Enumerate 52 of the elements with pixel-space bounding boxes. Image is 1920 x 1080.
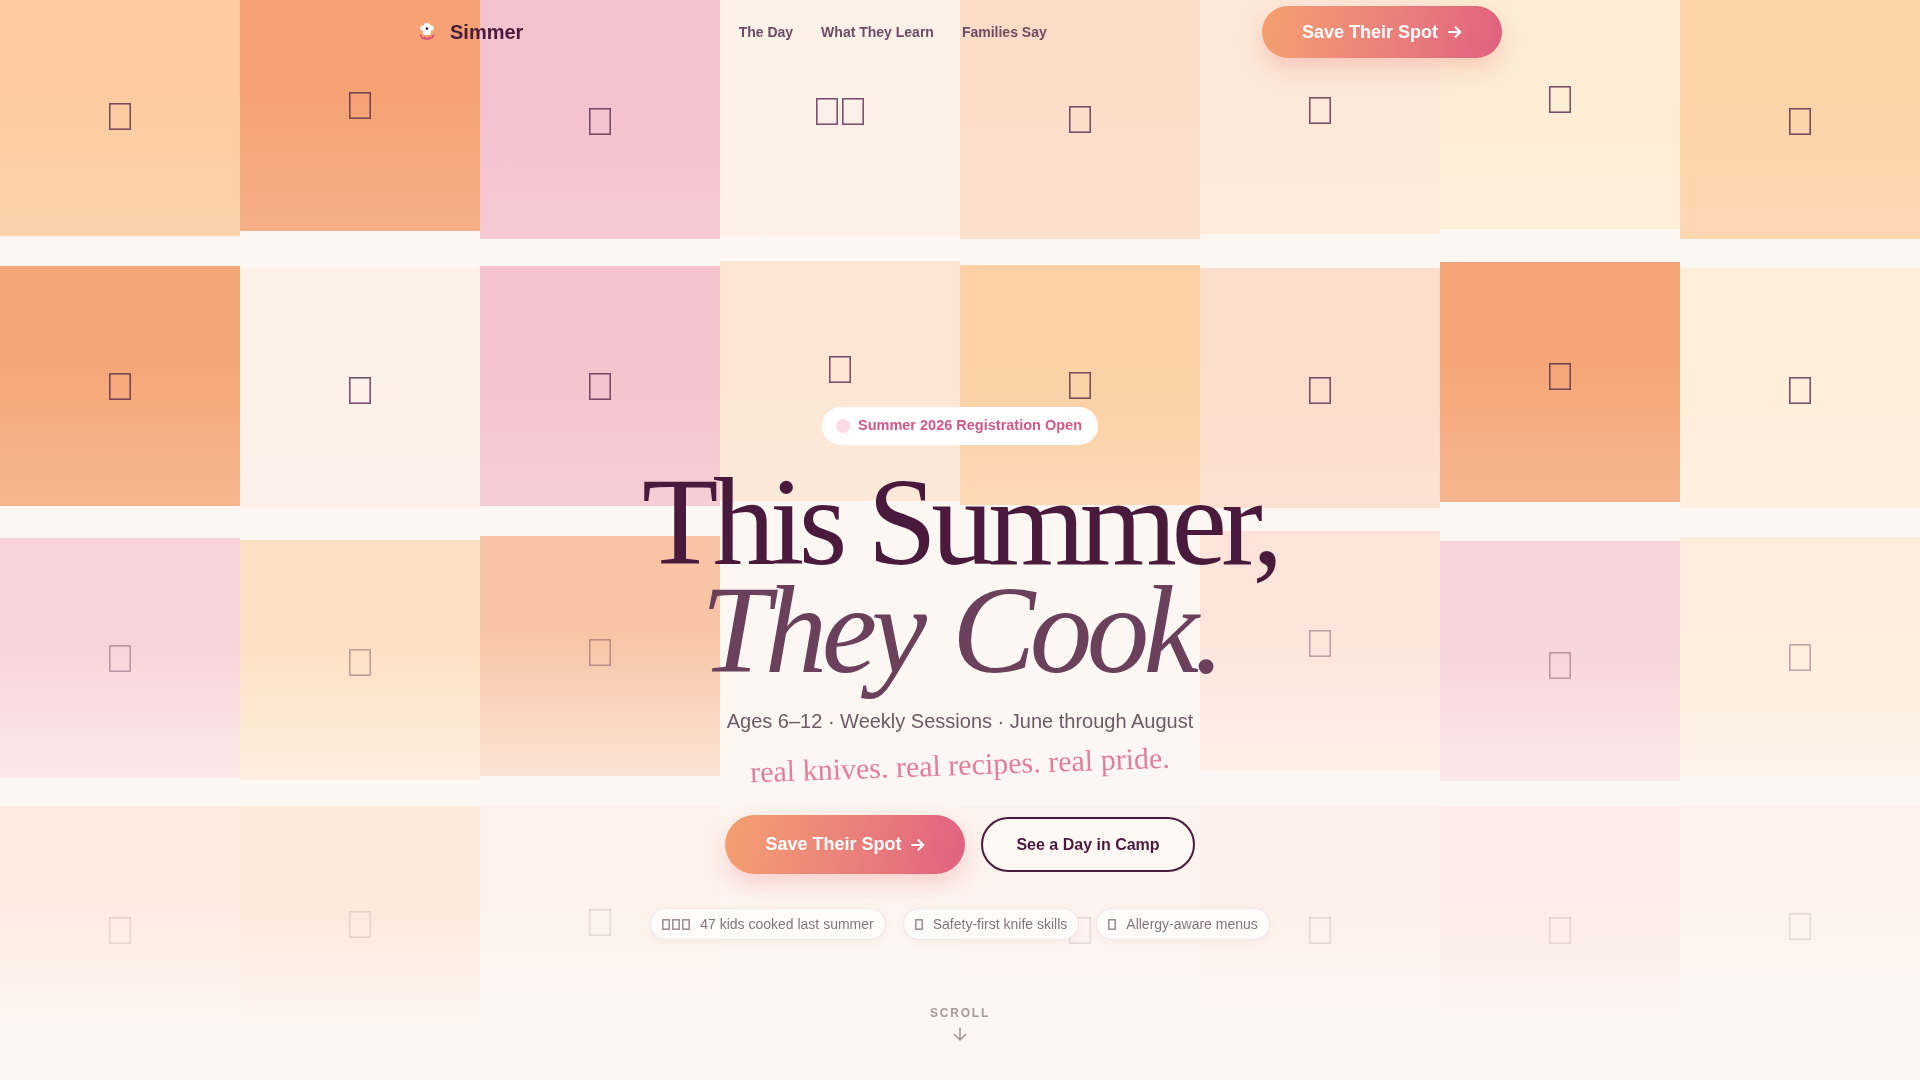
arrow-right-icon: [1448, 26, 1462, 38]
glyph-box-icon: [109, 102, 131, 130]
glyph-box-icon: [1069, 371, 1091, 399]
glyph-box-icon: [1309, 629, 1331, 657]
glyph-box-icon: [1549, 362, 1571, 390]
glyph-box-icon: [1309, 376, 1331, 404]
glyph-box-icon: [589, 638, 611, 666]
glyph-box-icon: [1069, 916, 1091, 944]
highlight-text: 47 kids cooked last summer: [700, 914, 874, 934]
status-dot-icon: [836, 419, 850, 433]
nav-link[interactable]: Families Say: [961, 21, 1047, 43]
glyph-box-icon: [109, 916, 131, 944]
glyph-box-icon: [1108, 918, 1117, 930]
badge-text: Summer 2026 Registration Open: [858, 416, 1082, 436]
highlight-text: Allergy-aware menus: [1126, 914, 1258, 934]
arrow-down-icon: [953, 1027, 967, 1041]
glyph-box-icon: [914, 918, 923, 930]
glyph-box-icon: [349, 648, 371, 676]
glyph-box-icon: [829, 355, 851, 383]
glyph-box-icon: [589, 107, 611, 135]
nav-link[interactable]: What They Learn: [821, 21, 934, 43]
nav-link[interactable]: The Day: [738, 21, 794, 43]
glyph-box-icon: [589, 372, 611, 400]
glyph-box-icon: [109, 372, 131, 400]
brand-name[interactable]: Simmer: [450, 17, 524, 47]
see-day-button[interactable]: See a Day in Camp: [981, 817, 1195, 872]
glyph-box-icon: [842, 97, 864, 125]
glyph-box-icon: [682, 918, 691, 930]
scroll-hint: SCROLL: [929, 1007, 991, 1019]
hero-tagline: real knives. real recipes. real pride.: [749, 739, 1171, 791]
glyph-box-icon: [1789, 107, 1811, 135]
glyph-box-icon: [1549, 651, 1571, 679]
glyph-box-icon: [672, 918, 681, 930]
glyph-box-icon: [1549, 85, 1571, 113]
glyph-box-icon: [1789, 643, 1811, 671]
glyph-box-icon: [1309, 916, 1331, 944]
glyph-box-icon: [1069, 105, 1091, 133]
glyph-box-icon: [1789, 912, 1811, 940]
hero-subtitle: Ages 6–12 · Weekly Sessions · June through August: [726, 709, 1194, 733]
highlight-text: Safety-first knife skills: [932, 914, 1068, 934]
arrow-right-icon: [911, 838, 926, 851]
glyph-box-icon: [1789, 376, 1811, 404]
glyph-box-icon: [109, 644, 131, 672]
glyph-box-icon: [349, 910, 371, 938]
glyph-box-icon: [349, 91, 371, 119]
glyph-box-icon: [349, 376, 371, 404]
glyph-box-icon: [662, 918, 671, 930]
mascot-icon: [418, 22, 436, 42]
glyph-box-icon: [1309, 96, 1331, 124]
glyph-box-icon: [1549, 916, 1571, 944]
glyph-box-icon: [589, 908, 611, 936]
glyph-box-icon: [816, 97, 838, 125]
